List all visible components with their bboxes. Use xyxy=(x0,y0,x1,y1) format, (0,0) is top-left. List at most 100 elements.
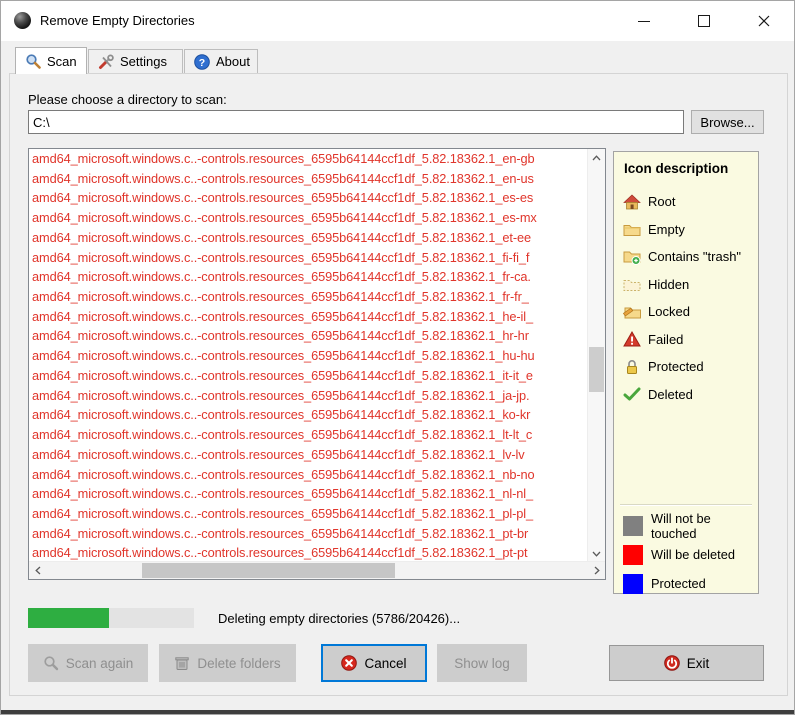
list-item[interactable]: amd64_microsoft.windows.c..-controls.res… xyxy=(29,543,588,562)
progress-bar xyxy=(28,608,194,628)
list-item[interactable]: amd64_microsoft.windows.c..-controls.res… xyxy=(29,267,588,287)
horizontal-scrollbar[interactable] xyxy=(29,561,605,579)
list-item[interactable]: amd64_microsoft.windows.c..-controls.res… xyxy=(29,169,588,189)
minimize-button[interactable] xyxy=(614,1,674,41)
legend-item-label: Contains "trash" xyxy=(648,249,741,264)
tab-scan-label: Scan xyxy=(47,54,77,69)
legend-item-root: Root xyxy=(623,188,756,216)
legend-item-label: Protected xyxy=(648,359,704,374)
list-item[interactable]: amd64_microsoft.windows.c..-controls.res… xyxy=(29,465,588,485)
legend-item-label: Root xyxy=(648,194,675,209)
protected-icon xyxy=(623,359,641,375)
legend-item-locked: Locked xyxy=(623,298,756,326)
tab-scan[interactable]: Scan xyxy=(15,47,87,74)
list-item[interactable]: amd64_microsoft.windows.c..-controls.res… xyxy=(29,524,588,544)
horizontal-scroll-thumb[interactable] xyxy=(142,563,395,578)
tab-about-label: About xyxy=(216,54,250,69)
legend-item-hidden: Hidden xyxy=(623,271,756,299)
power-icon xyxy=(664,655,680,671)
window-title: Remove Empty Directories xyxy=(40,13,195,28)
maximize-button[interactable] xyxy=(674,1,734,41)
maximize-icon xyxy=(698,15,710,27)
list-item[interactable]: amd64_microsoft.windows.c..-controls.res… xyxy=(29,425,588,445)
legend-item-label: Empty xyxy=(648,222,685,237)
contains-trash-icon xyxy=(623,249,641,265)
magnifier-icon xyxy=(25,53,41,69)
progress-fill xyxy=(28,608,109,628)
cancel-icon xyxy=(341,655,357,671)
chevron-left-icon xyxy=(35,566,41,575)
list-item[interactable]: amd64_microsoft.windows.c..-controls.res… xyxy=(29,287,588,307)
hidden-icon xyxy=(623,276,641,292)
list-item[interactable]: amd64_microsoft.windows.c..-controls.res… xyxy=(29,405,588,425)
chevron-down-icon xyxy=(592,551,601,557)
tab-about[interactable]: ? About xyxy=(184,49,258,73)
scroll-up-button[interactable] xyxy=(588,149,605,166)
empty-icon xyxy=(623,221,641,237)
legend-item-label: Failed xyxy=(648,332,683,347)
exit-button[interactable]: Exit xyxy=(609,645,764,681)
vertical-scrollbar[interactable] xyxy=(587,149,605,562)
list-item[interactable]: amd64_microsoft.windows.c..-controls.res… xyxy=(29,307,588,327)
browse-button-label: Browse... xyxy=(700,115,754,130)
legend-separator xyxy=(620,504,752,506)
chevron-right-icon xyxy=(594,566,600,575)
chevron-up-icon xyxy=(592,155,601,161)
legend-swatch-label: Will be deleted xyxy=(651,547,735,562)
list-item[interactable]: amd64_microsoft.windows.c..-controls.res… xyxy=(29,248,588,268)
cancel-button[interactable]: Cancel xyxy=(321,644,427,682)
close-button[interactable] xyxy=(734,1,794,41)
scroll-down-button[interactable] xyxy=(588,545,605,562)
list-item[interactable]: amd64_microsoft.windows.c..-controls.res… xyxy=(29,445,588,465)
show-log-button[interactable]: Show log xyxy=(437,644,527,682)
legend-item-failed: Failed xyxy=(623,326,756,354)
delete-folders-label: Delete folders xyxy=(197,656,280,671)
browse-button[interactable]: Browse... xyxy=(691,110,764,134)
directory-label: Please choose a directory to scan: xyxy=(28,92,227,107)
magnifier-gray-icon xyxy=(43,655,59,671)
titlebar: Remove Empty Directories xyxy=(1,1,794,41)
cancel-label: Cancel xyxy=(364,656,406,671)
legend-swatches: Will not be touched Will be deleted Prot… xyxy=(623,511,756,598)
legend-item-label: Locked xyxy=(648,304,690,319)
scroll-right-button[interactable] xyxy=(588,562,605,579)
legend-swatch xyxy=(623,516,643,536)
directory-input[interactable] xyxy=(28,110,684,134)
tab-settings-label: Settings xyxy=(120,54,167,69)
list-item[interactable]: amd64_microsoft.windows.c..-controls.res… xyxy=(29,188,588,208)
legend-swatch-row: Will not be touched xyxy=(623,511,756,540)
list-item[interactable]: amd64_microsoft.windows.c..-controls.res… xyxy=(29,484,588,504)
list-item[interactable]: amd64_microsoft.windows.c..-controls.res… xyxy=(29,228,588,248)
directory-list-rows: amd64_microsoft.windows.c..-controls.res… xyxy=(29,149,588,562)
window-bottom-edge xyxy=(1,710,794,714)
legend-swatch xyxy=(623,574,643,594)
svg-text:?: ? xyxy=(199,57,205,69)
list-item[interactable]: amd64_microsoft.windows.c..-controls.res… xyxy=(29,149,588,169)
vertical-scroll-thumb[interactable] xyxy=(589,347,604,392)
icon-description-panel: Icon description Root xyxy=(613,151,759,594)
list-item[interactable]: amd64_microsoft.windows.c..-controls.res… xyxy=(29,208,588,228)
root-icon xyxy=(623,194,641,210)
show-log-label: Show log xyxy=(454,656,510,671)
tools-icon xyxy=(98,54,114,70)
legend-item-empty: Empty xyxy=(623,216,756,244)
legend-items: Root Empty xyxy=(623,188,756,408)
list-item[interactable]: amd64_microsoft.windows.c..-controls.res… xyxy=(29,386,588,406)
list-item[interactable]: amd64_microsoft.windows.c..-controls.res… xyxy=(29,326,588,346)
legend-item-deleted: Deleted xyxy=(623,381,756,409)
delete-folders-button[interactable]: Delete folders xyxy=(159,644,296,682)
list-item[interactable]: amd64_microsoft.windows.c..-controls.res… xyxy=(29,366,588,386)
tab-settings[interactable]: Settings xyxy=(88,49,183,73)
status-text: Deleting empty directories (5786/20426).… xyxy=(218,611,460,626)
scan-again-button[interactable]: Scan again xyxy=(28,644,148,682)
failed-icon xyxy=(623,331,641,347)
scroll-left-button[interactable] xyxy=(29,562,46,579)
minimize-icon xyxy=(638,21,650,22)
directory-list: amd64_microsoft.windows.c..-controls.res… xyxy=(28,148,606,580)
legend-item-protected: Protected xyxy=(623,353,756,381)
scan-again-label: Scan again xyxy=(66,656,134,671)
legend-swatch-label: Protected xyxy=(651,576,706,591)
legend-swatch-row: Will be deleted xyxy=(623,540,756,569)
list-item[interactable]: amd64_microsoft.windows.c..-controls.res… xyxy=(29,346,588,366)
list-item[interactable]: amd64_microsoft.windows.c..-controls.res… xyxy=(29,504,588,524)
